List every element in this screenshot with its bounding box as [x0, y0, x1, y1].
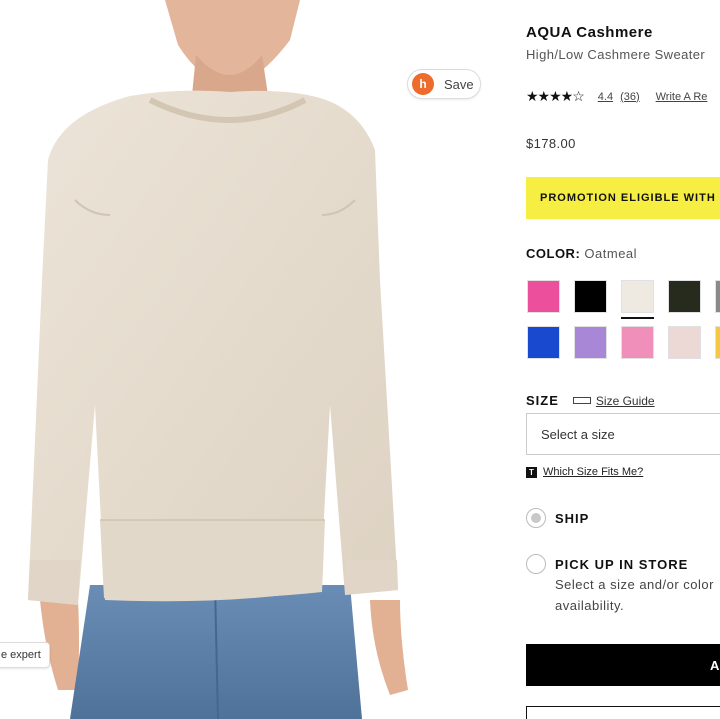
pickup-label: PICK UP IN STORE	[555, 557, 689, 572]
size-label: SIZE	[526, 393, 559, 408]
ship-radio[interactable]	[526, 508, 546, 528]
brand-name[interactable]: AQUA Cashmere	[526, 24, 653, 41]
color-swatch-pink[interactable]	[527, 280, 560, 313]
fit-finder: T Which Size Fits Me?	[526, 466, 643, 478]
secondary-action-button[interactable]	[526, 706, 720, 719]
color-label-text: COLOR:	[526, 246, 581, 261]
color-swatch-oatmeal[interactable]	[621, 280, 654, 319]
product-image[interactable]: h Save e expert	[0, 0, 500, 719]
pickup-sub-line1: Select a size and/or color	[555, 577, 714, 592]
selected-color-value: Oatmeal	[584, 246, 638, 261]
product-name: High/Low Cashmere Sweater	[526, 47, 706, 62]
size-select[interactable]: Select a size	[526, 413, 720, 455]
true-fit-icon: T	[526, 466, 537, 478]
review-count-link[interactable]: (36)	[620, 91, 640, 103]
rating-row: ★★★★☆ 4.4 (36) Write A Re	[526, 88, 707, 105]
ship-label: SHIP	[555, 511, 590, 526]
color-swatch-grey[interactable]	[715, 280, 720, 313]
color-swatch-lavender[interactable]	[574, 326, 607, 359]
write-review-link[interactable]: Write A Re	[656, 91, 708, 103]
color-swatch-black[interactable]	[574, 280, 607, 313]
product-details: AQUA Cashmere High/Low Cashmere Sweater …	[526, 0, 720, 719]
save-label: Save	[444, 76, 474, 92]
save-h-badge-icon: h	[412, 73, 434, 95]
pickup-sub-line2: availability.	[555, 598, 625, 613]
product-photo-illustration	[28, 0, 408, 719]
promotion-banner[interactable]: PROMOTION ELIGIBLE WITH	[526, 177, 720, 219]
which-size-fits-link[interactable]: Which Size Fits Me?	[543, 466, 643, 478]
save-button[interactable]: h Save	[407, 69, 481, 99]
rating-value[interactable]: 4.4	[598, 91, 613, 103]
color-swatch-olive[interactable]	[668, 280, 701, 313]
color-swatch-yellow[interactable]	[715, 326, 720, 359]
add-to-bag-button[interactable]: A	[526, 644, 720, 686]
pickup-radio[interactable]	[526, 554, 546, 574]
color-label: COLOR: Oatmeal	[526, 246, 637, 261]
color-swatch-light-pink[interactable]	[621, 326, 654, 359]
size-guide-link[interactable]: Size Guide	[596, 394, 655, 408]
color-swatch-blue[interactable]	[527, 326, 560, 359]
color-swatch-blush[interactable]	[668, 326, 701, 359]
star-rating-icon: ★★★★☆	[526, 88, 585, 104]
chat-expert-tab[interactable]: e expert	[0, 642, 50, 668]
ruler-icon	[572, 397, 591, 404]
price: $178.00	[526, 136, 576, 151]
size-row: SIZE Size Guide	[526, 393, 655, 408]
